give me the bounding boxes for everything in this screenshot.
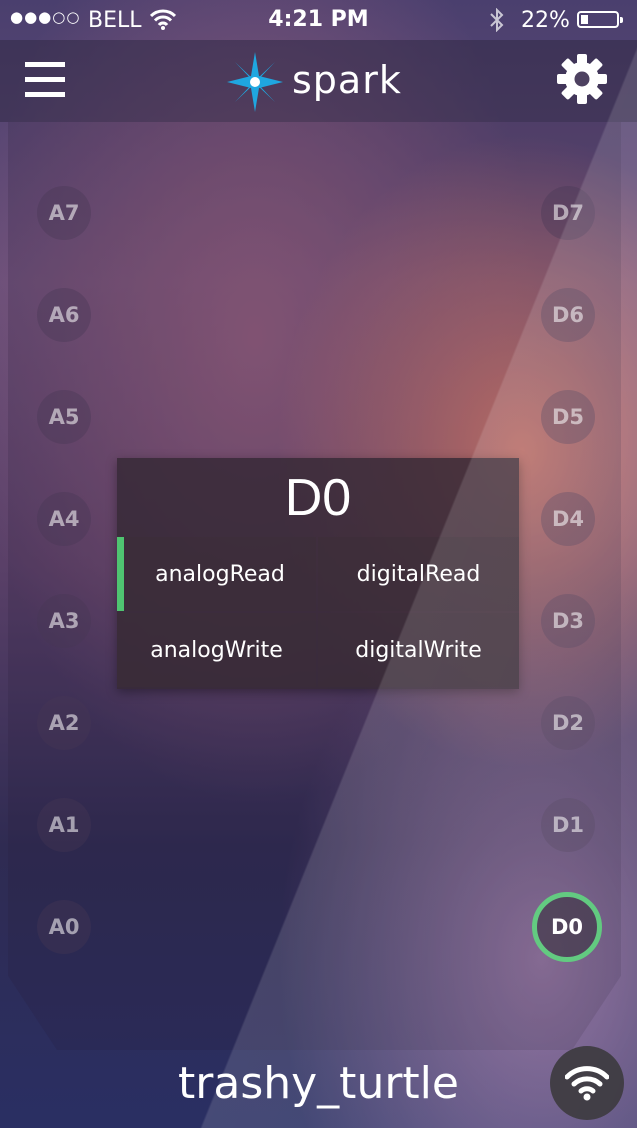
wifi-icon <box>565 1066 609 1101</box>
pin-a7[interactable]: A7 <box>37 186 91 240</box>
pin-a4[interactable]: A4 <box>37 492 91 546</box>
menu-button[interactable] <box>25 62 65 98</box>
spark-star-icon <box>227 52 283 112</box>
screen: A7 A6 A5 A4 A3 A2 A1 A0 D7 D6 D5 D4 D3 D… <box>0 0 637 1128</box>
pin-d7[interactable]: D7 <box>541 186 595 240</box>
popup-title: D0 <box>284 468 352 527</box>
brand-name: spark <box>292 58 402 102</box>
pin-d6[interactable]: D6 <box>541 288 595 342</box>
pin-a0[interactable]: A0 <box>37 900 91 954</box>
digital-read-button[interactable]: digitalRead <box>318 537 519 611</box>
analog-read-button[interactable]: analogRead <box>117 537 316 611</box>
pin-d1[interactable]: D1 <box>541 798 595 852</box>
gear-icon <box>557 54 607 104</box>
pin-a2[interactable]: A2 <box>37 696 91 750</box>
pin-function-popup: D0 analogRead digitalRead analogWrite di… <box>117 458 519 689</box>
status-bar: ●●●○○ BELL 4:21 PM 22% <box>0 0 637 40</box>
bluetooth-icon <box>489 7 505 37</box>
analog-write-button[interactable]: analogWrite <box>117 613 316 687</box>
brand-logo: spark <box>223 52 403 112</box>
pin-a6[interactable]: A6 <box>37 288 91 342</box>
digital-write-button[interactable]: digitalWrite <box>318 613 519 687</box>
menu-icon <box>25 62 65 67</box>
pin-d0-active[interactable]: D0 <box>532 892 602 962</box>
nav-bar: spark <box>0 40 637 122</box>
pin-d2[interactable]: D2 <box>541 696 595 750</box>
pin-a3[interactable]: A3 <box>37 594 91 648</box>
pin-d5[interactable]: D5 <box>541 390 595 444</box>
settings-button[interactable] <box>556 53 608 105</box>
network-button[interactable] <box>550 1046 624 1120</box>
pin-d3[interactable]: D3 <box>541 594 595 648</box>
pin-d4[interactable]: D4 <box>541 492 595 546</box>
battery-icon <box>577 11 623 28</box>
menu-icon-bar <box>25 92 65 97</box>
battery-percent: 22% <box>521 8 570 33</box>
menu-icon-bar <box>25 77 65 82</box>
pin-a5[interactable]: A5 <box>37 390 91 444</box>
device-name[interactable]: trashy_turtle <box>0 1058 637 1109</box>
pin-a1[interactable]: A1 <box>37 798 91 852</box>
